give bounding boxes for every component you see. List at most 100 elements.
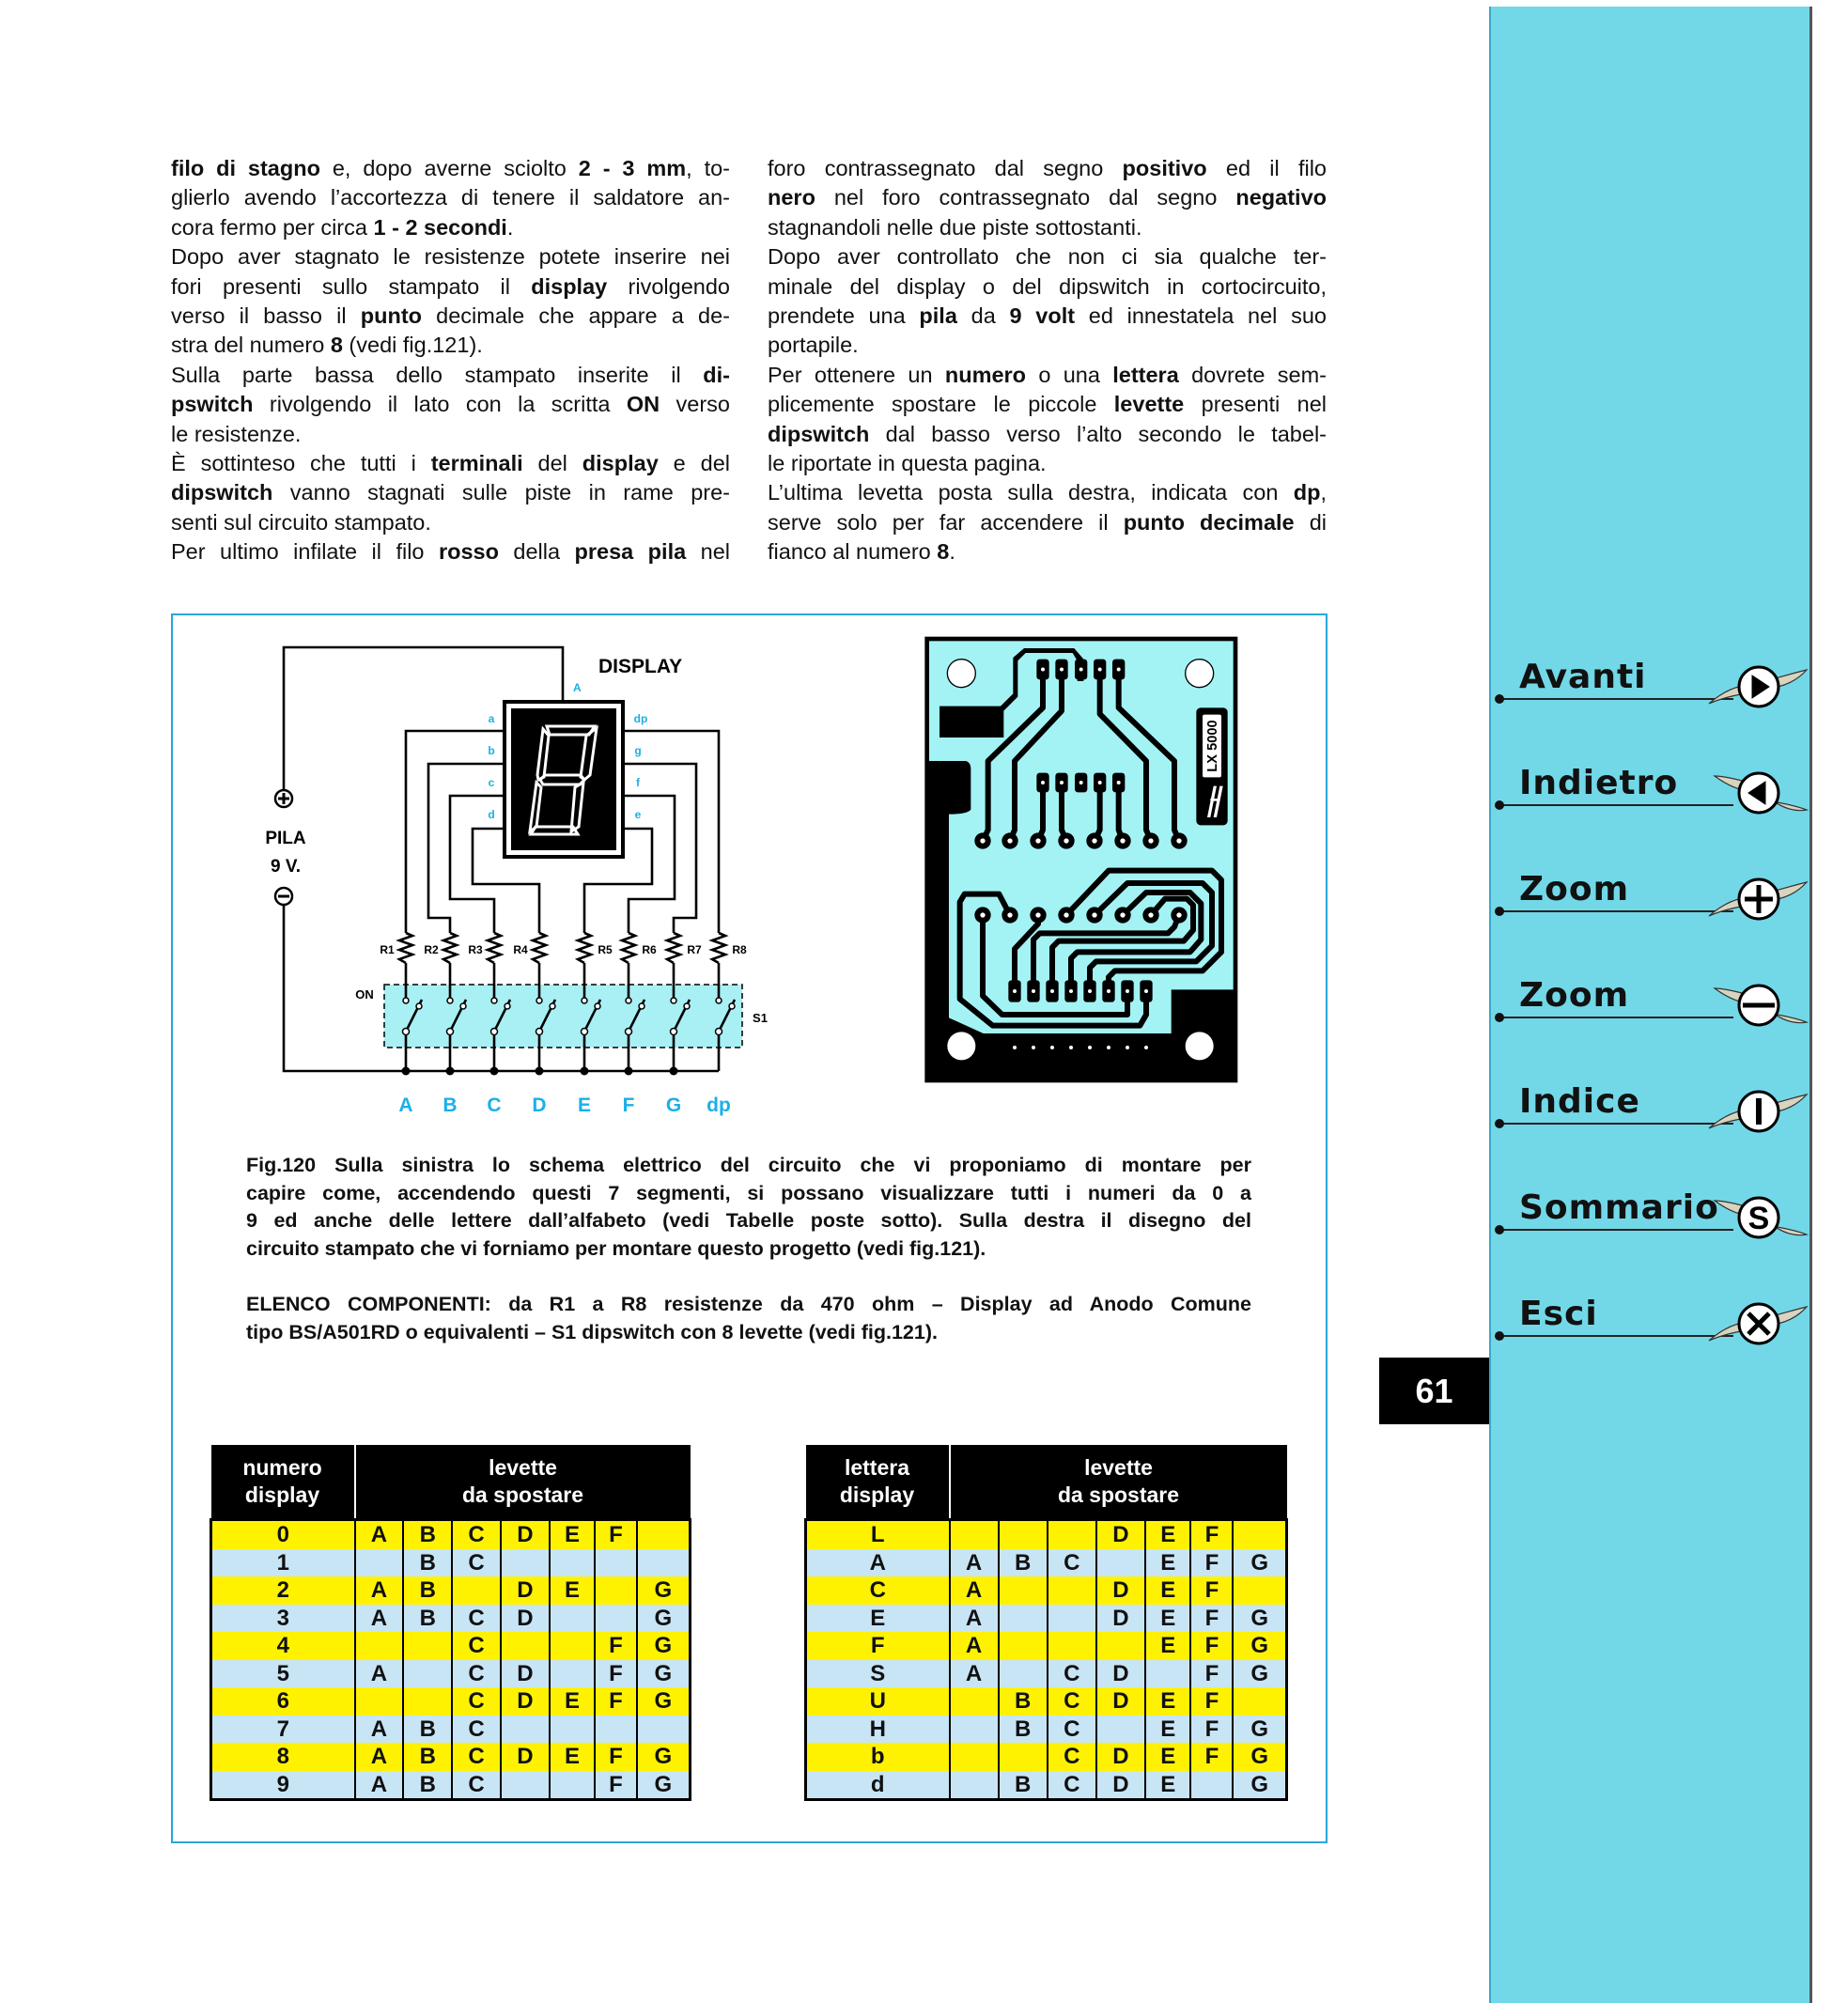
- lever-cell: G: [1232, 1659, 1287, 1687]
- lever-label: F: [623, 1095, 635, 1116]
- text-run: minale del display o del dipswitch in co…: [768, 273, 1327, 299]
- text-line: stra del numero 8 (vedi fig.121).: [171, 331, 730, 360]
- lever-cell: B: [997, 1548, 1048, 1576]
- lever-cell: C: [451, 1743, 501, 1771]
- text-run: da: [956, 303, 1010, 328]
- lever-label: D: [532, 1095, 546, 1116]
- text-line: Per ottenere un numero o una lettera dov…: [768, 361, 1327, 390]
- lever-cell: E: [1143, 1770, 1191, 1800]
- lever-cell: [1143, 1659, 1191, 1687]
- text-run: rivolgendo: [607, 273, 730, 299]
- text-line: prendete una pila da 9 volt ed innestate…: [768, 302, 1327, 331]
- nav-zoom-out-button[interactable]: Zoom: [1491, 947, 1809, 1027]
- lever-cell: [499, 1770, 550, 1800]
- lever-cell: E: [1143, 1715, 1191, 1743]
- bold-text: ELENCO COMPONENTI: da R1 a R8 resistenze…: [246, 1293, 1251, 1315]
- lever-cell: [548, 1604, 596, 1632]
- column-header: numero display: [210, 1445, 356, 1520]
- text-line: glierlo avendo l’accortezza di tenere il…: [171, 183, 730, 212]
- pin-label: e: [635, 808, 642, 821]
- lever-cell: F: [1189, 1632, 1234, 1660]
- nav-avanti-button[interactable]: Avanti: [1491, 629, 1809, 708]
- lever-cell: [1046, 1519, 1096, 1549]
- pin-label: dp: [634, 712, 648, 725]
- switch-label: S1: [753, 1011, 768, 1025]
- text-run: o una: [1026, 362, 1113, 387]
- table-row: AABCEFG: [805, 1548, 1287, 1576]
- nav-indice-button[interactable]: Indice: [1491, 1053, 1809, 1133]
- bold-text: 2 - 3 mm: [578, 156, 687, 180]
- nav-sommario-button[interactable]: Sommario S: [1491, 1159, 1809, 1239]
- lever-cell: D: [1095, 1687, 1145, 1716]
- anode-label: A: [573, 681, 582, 694]
- battery-voltage: 9 V.: [271, 857, 301, 877]
- summary-icon[interactable]: S: [1707, 1188, 1810, 1253]
- lever-cell: D: [1095, 1576, 1145, 1605]
- pin-label: d: [488, 808, 494, 821]
- lever-cell: A: [948, 1576, 999, 1605]
- text-run: ed il filo: [1206, 156, 1327, 180]
- lever-cell: E: [548, 1743, 596, 1771]
- text-run: le riportate in questa pagina.: [768, 450, 1047, 475]
- table-row: FAEFG: [805, 1632, 1287, 1660]
- dipswitch-outline: [383, 984, 743, 1048]
- header-pin: [1126, 1046, 1129, 1049]
- resistor-icon: [574, 931, 595, 965]
- lever-label: C: [487, 1095, 501, 1116]
- lever-cell: F: [594, 1770, 637, 1800]
- text-line: pswitch rivolgendo il lato con la scritt…: [171, 390, 730, 419]
- lever-cell: [948, 1743, 999, 1771]
- lever-cell: [948, 1770, 999, 1800]
- lever-cell: [499, 1548, 550, 1576]
- text-run: fianco al numero: [768, 539, 938, 565]
- header-pin: [1032, 1046, 1035, 1049]
- text-run: le resistenze.: [171, 421, 302, 446]
- text-line: Fig.120 Sulla sinistra lo schema elettri…: [246, 1152, 1251, 1180]
- zoom-out-icon[interactable]: [1707, 975, 1810, 1041]
- arrow-left-icon[interactable]: [1707, 763, 1810, 829]
- zoom-in-icon[interactable]: [1707, 869, 1810, 935]
- display-value-cell: 8: [210, 1743, 356, 1771]
- exit-icon[interactable]: [1707, 1294, 1810, 1359]
- bold-text: ON: [626, 392, 660, 417]
- lever-cell: F: [594, 1632, 637, 1660]
- lever-cell: [948, 1715, 999, 1743]
- resistor-icon: [618, 931, 639, 965]
- lever-cell: D: [1095, 1743, 1145, 1771]
- lever-cell: B: [997, 1715, 1048, 1743]
- nav-zoom-in-button[interactable]: Zoom: [1491, 841, 1809, 921]
- index-icon[interactable]: [1707, 1081, 1810, 1147]
- nav-indietro-button[interactable]: Indietro: [1491, 735, 1809, 815]
- text-run: verso: [660, 392, 731, 417]
- text-line: portapile.: [768, 331, 1327, 360]
- lever-cell: [1189, 1770, 1234, 1800]
- resistor-label: R7: [687, 943, 702, 956]
- text-line: le riportate in questa pagina.: [768, 449, 1327, 478]
- lever-cell: D: [1095, 1659, 1145, 1687]
- text-run: foro contrassegnato dal segno: [768, 156, 1123, 180]
- lever-cell: [948, 1519, 999, 1549]
- lever-cell: A: [353, 1519, 404, 1549]
- table-row: 5A CD FG: [210, 1659, 691, 1687]
- text-line: foro contrassegnato dal segno positivo e…: [768, 154, 1327, 183]
- bold-text: 9 ed anche delle lettere dall’alfabeto (…: [246, 1209, 1251, 1232]
- table-row: 7ABC: [210, 1715, 691, 1743]
- table-row: 0ABCDEF: [210, 1519, 691, 1549]
- lever-cell: [997, 1743, 1048, 1771]
- lever-cell: [594, 1576, 637, 1605]
- table-row: 9ABC FG: [210, 1770, 691, 1800]
- text-run: decimale che appare a de-: [422, 303, 730, 328]
- lever-cell: C: [451, 1659, 501, 1687]
- resistors: R1 R2 R3 R4 R5 R6 R7 R8: [380, 931, 747, 965]
- text-run: , to-: [686, 156, 730, 180]
- text-column-right: foro contrassegnato dal segno positivo e…: [768, 154, 1327, 567]
- arrow-right-icon[interactable]: [1707, 657, 1810, 722]
- lever-cell: [1232, 1687, 1287, 1716]
- text-run: della: [498, 539, 575, 565]
- header-pin: [1107, 1046, 1110, 1049]
- text-run: rivolgendo il lato con la scritta: [253, 392, 627, 417]
- nav-esci-button[interactable]: Esci: [1491, 1265, 1809, 1345]
- lever-cell: [594, 1548, 637, 1576]
- bold-text: levette: [1113, 392, 1185, 417]
- lever-cell: F: [1189, 1687, 1234, 1716]
